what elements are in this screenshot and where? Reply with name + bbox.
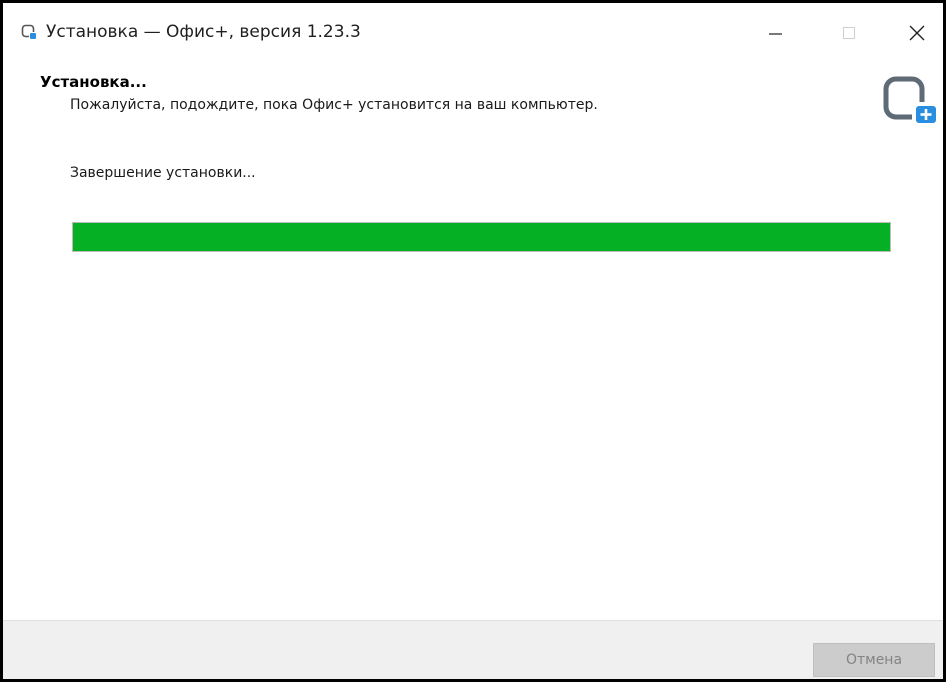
page-subtitle: Пожалуйста, подождите, пока Офис+ устано…: [70, 97, 598, 113]
installer-window: Установка — Офис+, версия 1.23.3 Установ…: [0, 0, 946, 682]
title-bar[interactable]: Установка — Офис+, версия 1.23.3: [3, 3, 943, 61]
window-title: Установка — Офис+, версия 1.23.3: [46, 22, 361, 42]
status-text: Завершение установки...: [70, 165, 256, 181]
cancel-button[interactable]: Отмена: [813, 643, 935, 677]
progress-bar: [72, 222, 891, 252]
close-icon[interactable]: [899, 15, 935, 51]
minimize-icon[interactable]: [757, 15, 793, 51]
progress-bar-fill: [73, 223, 890, 251]
maximize-icon[interactable]: [831, 15, 867, 51]
office-plus-logo-icon: [883, 76, 938, 125]
app-icon: [21, 24, 36, 39]
footer-panel: Отмена: [3, 621, 943, 679]
page-title: Установка...: [40, 73, 147, 91]
